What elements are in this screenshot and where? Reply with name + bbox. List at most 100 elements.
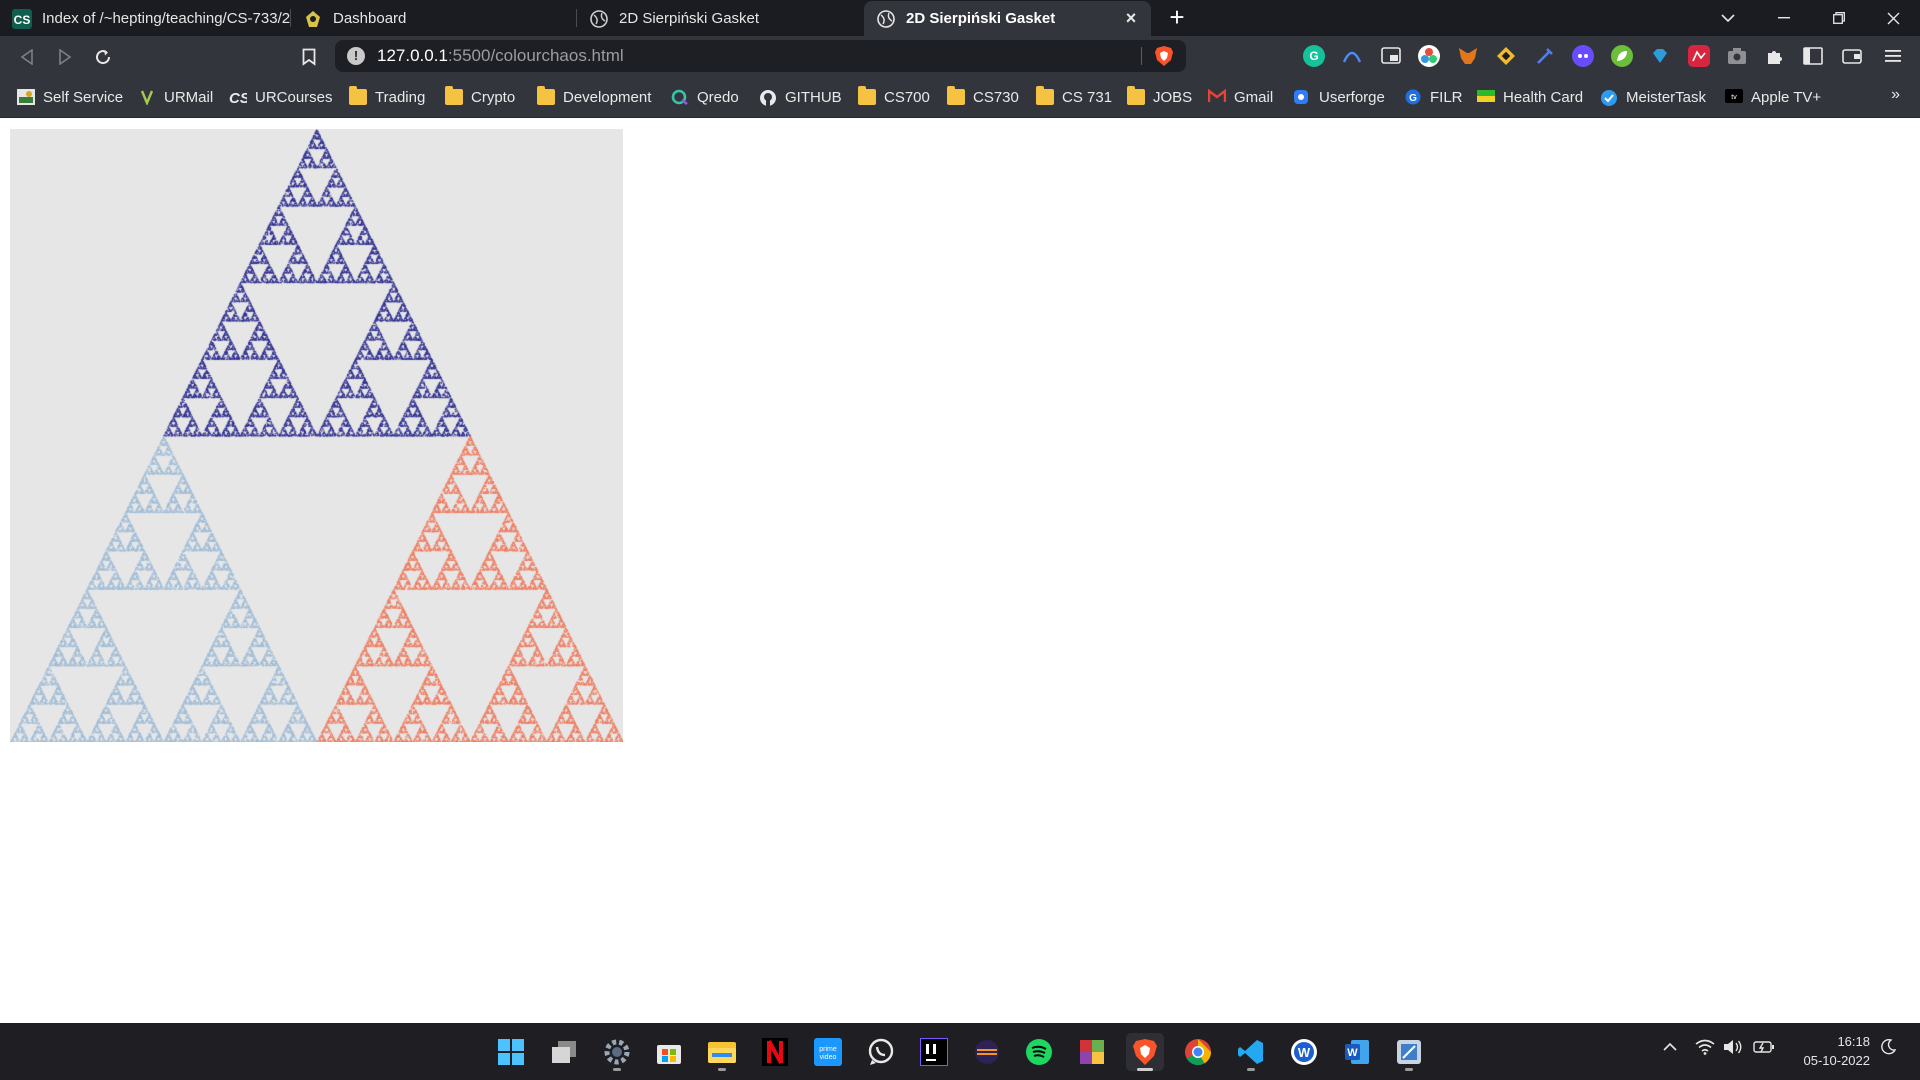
svg-text:CS: CS [229, 90, 247, 105]
volume-icon[interactable] [1723, 1039, 1743, 1059]
qredo-icon [671, 89, 689, 106]
task-view-icon[interactable] [545, 1033, 583, 1071]
pdf-extension-icon[interactable] [1688, 45, 1710, 67]
forward-button[interactable] [52, 44, 78, 70]
bookmark-cs731[interactable]: CS 731 [1036, 86, 1112, 108]
bookmark-userforge[interactable]: Userforge [1293, 86, 1385, 108]
spotify-icon[interactable] [1020, 1033, 1058, 1071]
gem-extension-icon[interactable] [1649, 45, 1671, 67]
chat-extension-icon[interactable] [1572, 45, 1594, 67]
bookmark-cs700[interactable]: CS700 [858, 86, 930, 108]
bookmark-cs730[interactable]: CS730 [947, 86, 1019, 108]
wifi-icon[interactable] [1695, 1039, 1715, 1059]
tools-icon[interactable] [1534, 45, 1556, 67]
folder-icon [947, 86, 965, 105]
tab-index[interactable]: CS Index of /~hepting/teaching/CS-733/2 [0, 1, 290, 36]
metamask-icon[interactable] [1457, 45, 1479, 67]
snipping-tool-icon[interactable] [1390, 1033, 1428, 1071]
bookmark-label: Gmail [1234, 88, 1274, 106]
wallet-icon[interactable] [1841, 45, 1863, 67]
word-icon[interactable]: W [1338, 1033, 1376, 1071]
bookmark-label: CS730 [973, 88, 1019, 106]
bookmarks-bar: Self Service URMail CS URCourses Trading… [0, 76, 1920, 118]
brave-icon[interactable] [1126, 1033, 1164, 1071]
netflix-icon[interactable] [756, 1033, 794, 1071]
reload-button[interactable] [90, 44, 116, 70]
bookmark-trading[interactable]: Trading [349, 86, 425, 108]
filr-icon: G [1404, 89, 1422, 105]
bookmark-apple-tv[interactable]: tv Apple TV+ [1725, 86, 1821, 108]
folder-icon [349, 86, 367, 105]
gmail-icon [1207, 88, 1227, 105]
bookmark-meistertask[interactable]: MeisterTask [1600, 86, 1706, 108]
nordvpn-icon[interactable] [1341, 45, 1363, 67]
globe-icon [876, 9, 896, 29]
urcourses-icon: CS [229, 89, 250, 107]
windows-taskbar: prime video W W 16:18 05-10-2022 [0, 1023, 1920, 1080]
battery-icon[interactable] [1753, 1039, 1775, 1059]
settings-icon[interactable] [598, 1033, 636, 1071]
page-content [0, 119, 1920, 1023]
bookmark-jobs[interactable]: JOBS [1127, 86, 1192, 108]
folder-icon [1036, 86, 1054, 105]
extensions-puzzle-icon[interactable] [1764, 45, 1786, 67]
file-explorer-icon[interactable] [703, 1033, 741, 1071]
chevron-down-icon[interactable] [1700, 0, 1755, 36]
bookmark-crypto[interactable]: Crypto [445, 86, 515, 108]
bookmark-github[interactable]: GITHUB [759, 86, 842, 108]
intellij-icon[interactable] [915, 1033, 953, 1071]
svg-text:video: video [820, 1054, 837, 1061]
new-tab-button[interactable]: + [1163, 4, 1191, 32]
tab-dashboard[interactable]: Dashboard [291, 1, 576, 36]
menu-icon[interactable] [1882, 45, 1904, 67]
eclipse-icon[interactable] [968, 1033, 1006, 1071]
color-picker-icon[interactable] [1418, 45, 1440, 67]
minecraft-icon[interactable] [1073, 1033, 1111, 1071]
bookmark-urcourses[interactable]: CS URCourses [229, 86, 333, 108]
chevron-up-icon[interactable] [1663, 1039, 1677, 1056]
leaf-extension-icon[interactable] [1611, 45, 1633, 67]
url-text[interactable]: 127.0.0.1:5500/colourchaos.html [377, 46, 624, 66]
bookmark-qredo[interactable]: Qredo [671, 86, 739, 108]
brave-shields-icon[interactable] [1153, 45, 1175, 67]
minimize-button[interactable] [1756, 0, 1811, 36]
teams-w-icon[interactable]: W [1285, 1033, 1323, 1071]
back-button[interactable] [14, 44, 40, 70]
bookmark-health-card[interactable]: Health Card [1477, 86, 1583, 108]
folder-icon [537, 86, 555, 105]
bookmark-label: URCourses [255, 88, 333, 106]
bookmark-self-service[interactable]: Self Service [17, 86, 123, 108]
bookmark-label: JOBS [1153, 88, 1193, 106]
vscode-icon[interactable] [1232, 1033, 1270, 1071]
windows-start-icon[interactable] [492, 1033, 530, 1071]
binance-icon[interactable] [1495, 45, 1517, 67]
clock-date: 05-10-2022 [1803, 1053, 1871, 1068]
bookmark-gmail[interactable]: Gmail [1207, 86, 1274, 108]
self-service-icon [17, 89, 35, 105]
notifications-icon[interactable] [1880, 1038, 1897, 1059]
camera-icon[interactable] [1726, 45, 1748, 67]
whatsapp-icon[interactable] [862, 1033, 900, 1071]
appletv-icon: tv [1725, 89, 1743, 105]
bookmark-label: Qredo [697, 88, 739, 106]
site-info-icon[interactable]: ! [347, 47, 365, 65]
bookmark-development[interactable]: Development [537, 86, 651, 108]
bookmark-filr[interactable]: G FILR [1404, 86, 1463, 108]
system-clock[interactable]: 16:18 05-10-2022 [1804, 1032, 1871, 1070]
picture-in-picture-icon[interactable] [1380, 45, 1402, 67]
sidebar-icon[interactable] [1802, 45, 1824, 67]
bookmark-icon[interactable] [296, 44, 322, 70]
microsoft-store-icon[interactable] [650, 1033, 688, 1071]
tab-gasket-1[interactable]: 2D Sierpiński Gasket [577, 1, 863, 36]
bookmarks-overflow-button[interactable]: » [1891, 86, 1900, 104]
close-window-button[interactable] [1866, 0, 1920, 36]
prime-video-icon[interactable]: prime video [809, 1033, 847, 1071]
restore-button[interactable] [1811, 0, 1866, 36]
close-icon[interactable]: × [1121, 8, 1141, 28]
address-bar[interactable]: ! 127.0.0.1:5500/colourchaos.html [335, 40, 1186, 72]
chrome-icon[interactable] [1179, 1033, 1217, 1071]
svg-text:W: W [1298, 1045, 1311, 1060]
bookmark-urmail[interactable]: URMail [138, 86, 213, 108]
grammarly-icon[interactable]: G [1303, 45, 1325, 67]
tab-gasket-active[interactable]: 2D Sierpiński Gasket × [864, 1, 1151, 36]
